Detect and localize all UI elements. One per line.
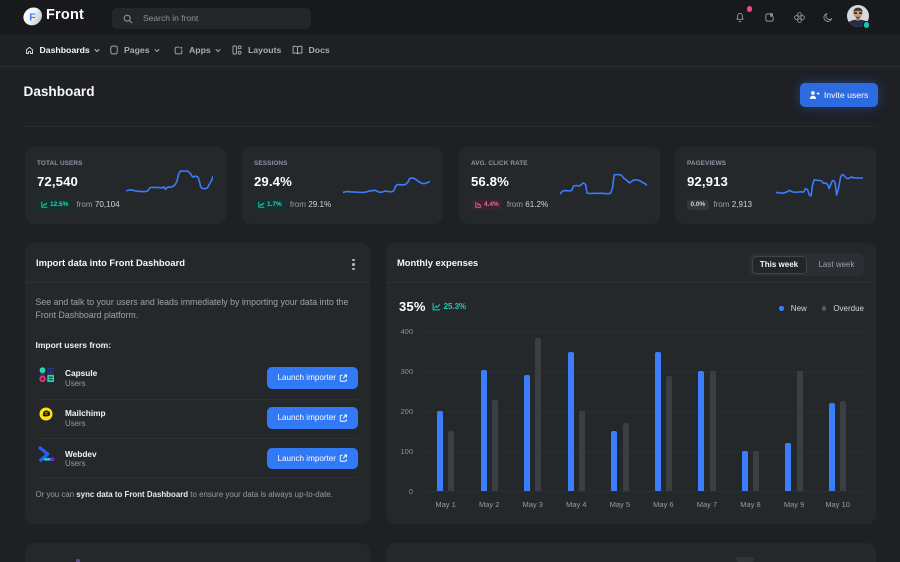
svg-text:F: F — [29, 12, 36, 24]
